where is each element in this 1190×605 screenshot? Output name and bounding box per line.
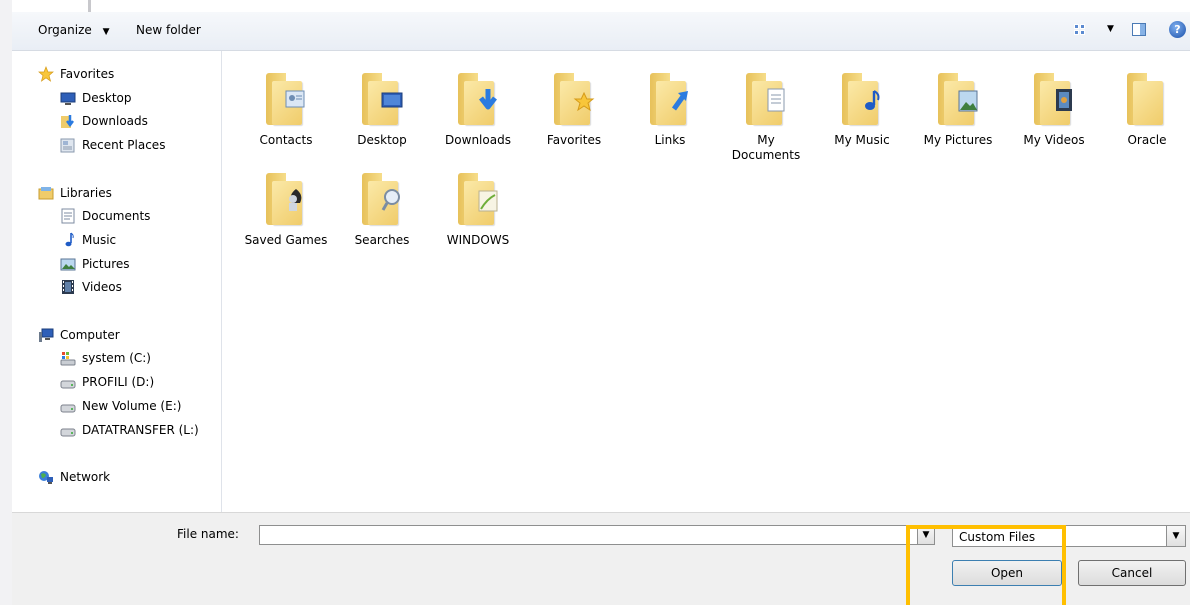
folder-label: Links [654, 133, 686, 147]
folder-label: Contacts [259, 133, 313, 147]
nav-drive-c-label: system (C:) [82, 351, 151, 365]
hard-drive-icon [60, 428, 76, 437]
searches-folder-icon [358, 171, 406, 227]
nav-drive-l-label: DATATRANSFER (L:) [82, 423, 199, 437]
nav-documents-label: Documents [82, 209, 151, 223]
folder-label: Oracle [1127, 133, 1167, 147]
open-button[interactable]: Open [952, 560, 1062, 586]
folder-my-pictures[interactable]: My Pictures [915, 71, 1001, 148]
view-menu-chevron-icon[interactable]: ▼ [1107, 24, 1114, 34]
file-name-dropdown-icon[interactable]: ▼ [917, 525, 935, 545]
folder-label: My Pictures [923, 133, 993, 147]
nav-videos-label: Videos [82, 280, 122, 294]
folder-windows[interactable]: WINDOWS [435, 171, 521, 248]
nav-desktop-label: Desktop [82, 91, 132, 105]
folder-links[interactable]: Links [627, 71, 713, 148]
downloads-folder-icon [454, 71, 502, 127]
nav-libraries-label: Libraries [60, 186, 112, 200]
nav-recent-places-label: Recent Places [82, 138, 166, 152]
network-icon [39, 471, 53, 484]
folder-contacts[interactable]: Contacts [243, 71, 329, 148]
hard-drive-icon [60, 404, 76, 413]
folder-searches[interactable]: Searches [339, 171, 425, 248]
new-folder-button[interactable]: New folder [136, 23, 201, 37]
folder-icon [1123, 71, 1171, 127]
change-view-icon[interactable] [1074, 24, 1086, 36]
folder-my-music[interactable]: My Music [819, 71, 905, 148]
nav-network-label: Network [60, 470, 111, 484]
folder-label: Downloads [445, 133, 511, 147]
hard-drive-icon [60, 380, 76, 389]
desktop-folder-icon [358, 71, 406, 127]
command-bar: Organize ▼ New folder ▼ ? [12, 12, 1190, 51]
organize-button[interactable]: Organize ▼ [38, 23, 110, 37]
left-edge [0, 0, 12, 605]
file-name-label: File name: [177, 527, 239, 541]
folder-downloads[interactable]: Downloads [435, 71, 521, 148]
file-name-input[interactable] [260, 526, 920, 544]
contacts-folder-icon [262, 71, 310, 127]
libraries-icon [38, 187, 54, 200]
links-folder-icon [646, 71, 694, 127]
folder-saved-games[interactable]: Saved Games [243, 171, 329, 248]
documents-icon [61, 208, 75, 224]
folder-my-documents[interactable]: My Documents [723, 71, 809, 163]
chevron-down-icon: ▼ [102, 27, 110, 37]
folder-label: WINDOWS [446, 233, 510, 247]
file-type-value: Custom Files [959, 530, 1036, 544]
nav-drive-e-label: New Volume (E:) [82, 399, 182, 413]
folder-desktop[interactable]: Desktop [339, 71, 425, 148]
dialog-footer: File name: ▼ Custom Files ▼ Open Cancel [12, 512, 1190, 605]
file-type-select[interactable]: Custom Files ▼ [952, 525, 1186, 547]
computer-icon [39, 328, 54, 342]
recent-places-icon [60, 138, 75, 153]
navigation-pane: Favorites Desktop Downloads Recent Place… [12, 51, 222, 512]
folder-icon [454, 171, 502, 227]
folder-label: My Documents [731, 133, 801, 162]
top-edge [12, 0, 1190, 12]
star-icon [38, 66, 54, 82]
nav-drive-d-label: PROFILI (D:) [82, 375, 155, 389]
folder-oracle[interactable]: Oracle [1104, 71, 1190, 148]
folder-label: Desktop [357, 133, 407, 147]
saved-games-folder-icon [262, 171, 310, 227]
downloads-icon [61, 115, 74, 128]
help-icon[interactable]: ? [1169, 21, 1186, 38]
cancel-button[interactable]: Cancel [1078, 560, 1186, 586]
videos-icon [62, 280, 74, 294]
favorites-folder-icon [550, 71, 598, 127]
file-list: Contacts Desktop Downloads Favorites Lin… [222, 51, 1190, 512]
folder-label: Saved Games [244, 233, 328, 247]
nav-computer-label: Computer [60, 328, 120, 342]
system-drive-icon [60, 352, 76, 366]
folder-label: Favorites [546, 133, 602, 147]
nav-downloads-label: Downloads [82, 114, 148, 128]
folder-label: Searches [354, 233, 410, 247]
nav-favorites-label: Favorites [60, 67, 115, 81]
file-open-dialog: Organize ▼ New folder ▼ ? Favorites Desk… [12, 12, 1190, 605]
nav-pictures-label: Pictures [82, 257, 130, 271]
my-music-folder-icon [838, 71, 886, 127]
edge-mark [88, 0, 91, 12]
nav-music-label: Music [82, 233, 117, 247]
file-type-dropdown-icon[interactable]: ▼ [1166, 526, 1185, 546]
my-videos-folder-icon [1030, 71, 1078, 127]
music-icon [65, 232, 74, 247]
file-name-field[interactable] [259, 525, 921, 545]
folder-favorites[interactable]: Favorites [531, 71, 617, 148]
folder-label: My Videos [1023, 133, 1085, 147]
preview-pane-icon[interactable] [1132, 23, 1146, 36]
pictures-icon [60, 258, 76, 271]
desktop-icon [60, 92, 76, 105]
my-documents-folder-icon [742, 71, 790, 127]
folder-label: My Music [834, 133, 890, 147]
organize-label: Organize [38, 23, 92, 37]
folder-my-videos[interactable]: My Videos [1011, 71, 1097, 148]
my-pictures-folder-icon [934, 71, 982, 127]
